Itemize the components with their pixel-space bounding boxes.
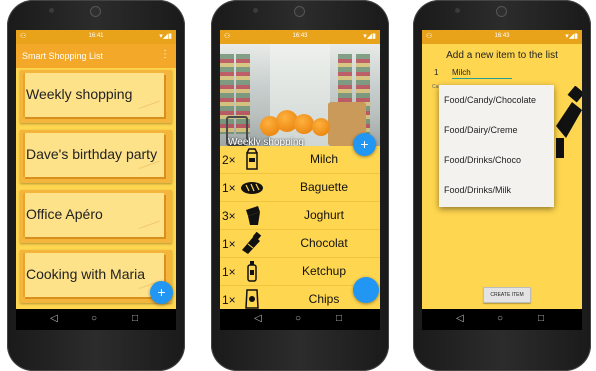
status-time: 16:43 — [292, 33, 308, 39]
list-title: Weekly shopping — [228, 137, 304, 146]
item-name: Chocolat — [300, 236, 348, 250]
list-card-label: Weekly shopping — [26, 86, 133, 102]
list-card-label: Cooking with Maria — [26, 266, 146, 282]
list-item[interactable]: 2× Milch — [220, 146, 380, 174]
item-name: Joghurt — [303, 208, 345, 222]
nav-bar: ◁ ○ □ — [220, 309, 380, 330]
sensor — [455, 8, 460, 13]
list-card-label: Office Apéro — [26, 206, 103, 222]
status-time: 16:41 — [88, 33, 104, 39]
dialog-title: Add a new item to the list — [446, 50, 558, 61]
back-icon[interactable]: ◁ — [254, 313, 262, 324]
screen-add-item: ⚇ 16:43 ▾◢▮ Add a new item to the list 1… — [422, 30, 582, 330]
recents-icon[interactable]: □ — [538, 313, 544, 324]
item-name: Ketchup — [301, 264, 347, 278]
phone-frame-2: Weekly shopping ⚇ 16:43 ▾◢▮ + 2× Milch 1… — [211, 0, 389, 371]
list-item[interactable]: 1× Baguette — [220, 174, 380, 202]
chocolate-icon — [556, 86, 582, 158]
scan-button[interactable] — [353, 277, 379, 303]
suggestion-option[interactable]: Food/Dairy/Creme — [439, 115, 554, 145]
sensor — [253, 8, 258, 13]
header-photo: Weekly shopping — [220, 44, 380, 146]
suggestion-option[interactable]: Food/Drinks/Choco — [439, 145, 554, 175]
list-item[interactable]: 1× Chocolat — [220, 230, 380, 258]
suggestion-option[interactable]: Food/Candy/Chocolate — [439, 85, 554, 115]
item-quantity: 2× — [222, 153, 236, 167]
overflow-menu-icon[interactable]: ⋮ — [160, 49, 170, 60]
home-icon[interactable]: ○ — [497, 313, 503, 324]
status-bar: ⚇ 16:43 ▾◢▮ — [220, 30, 380, 44]
orange — [312, 118, 330, 136]
recents-icon[interactable]: □ — [336, 313, 342, 324]
item-name: Baguette — [299, 180, 349, 194]
item-quantity: 1× — [222, 293, 236, 307]
signal-battery-icon: ▾◢▮ — [363, 33, 376, 40]
phone-frame-3: ⚇ 16:43 ▾◢▮ Add a new item to the list 1… — [413, 0, 591, 371]
home-icon[interactable]: ○ — [295, 313, 301, 324]
signal-battery-icon: ▾◢▮ — [159, 33, 172, 40]
status-bar: ⚇ 16:43 ▾◢▮ — [422, 30, 582, 44]
bread-icon — [241, 182, 263, 194]
nav-bar: ◁ ○ □ — [422, 309, 582, 330]
list-card-weekly-shopping[interactable]: Weekly shopping — [20, 70, 172, 123]
item-quantity: 3× — [222, 209, 236, 223]
list-card-cooking-maria[interactable]: Cooking with Maria — [20, 250, 172, 303]
yogurt-icon — [246, 206, 260, 225]
quantity-field[interactable]: 1 — [434, 68, 438, 77]
item-name: Milch — [309, 152, 338, 166]
home-icon[interactable]: ○ — [91, 313, 97, 324]
item-quantity: 1× — [222, 181, 236, 195]
suggestion-option[interactable]: Food/Drinks/Milk — [439, 175, 554, 205]
screen-lists-overview: ⚇ 16:41 ▾◢▮ Smart Shopping List ⋮ Weekly… — [16, 30, 176, 330]
screen-list-detail: Weekly shopping ⚇ 16:43 ▾◢▮ + 2× Milch 1… — [220, 30, 380, 330]
milk-carton-icon — [246, 148, 258, 170]
nav-bar: ◁ ○ □ — [16, 309, 176, 330]
phone-frame-1: ⚇ 16:41 ▾◢▮ Smart Shopping List ⋮ Weekly… — [7, 0, 185, 371]
list-card-label: Dave's birthday party — [26, 146, 158, 162]
item-quantity: 1× — [222, 265, 236, 279]
camera — [496, 6, 507, 17]
shopping-lists: Weekly shopping Dave's birthday party Of… — [20, 70, 172, 310]
status-bar: ⚇ 16:41 ▾◢▮ — [16, 30, 176, 44]
item-name-input[interactable]: Milch — [452, 68, 512, 79]
app-bar: Smart Shopping List ⋮ — [16, 44, 176, 68]
ketchup-bottle-icon — [247, 261, 257, 282]
back-icon[interactable]: ◁ — [50, 313, 58, 324]
create-item-button[interactable]: CREATE ITEM — [483, 287, 531, 303]
orange — [294, 114, 314, 134]
category-suggestions: Food/Candy/Chocolate Food/Dairy/Creme Fo… — [439, 85, 554, 207]
list-card-daves-birthday[interactable]: Dave's birthday party — [20, 130, 172, 183]
list-card-office-apero[interactable]: Office Apéro — [20, 190, 172, 243]
chocolate-icon — [242, 232, 262, 254]
sensor — [49, 8, 54, 13]
camera — [90, 6, 101, 17]
app-title: Smart Shopping List — [22, 51, 104, 61]
add-list-button[interactable]: + — [150, 281, 173, 304]
status-time: 16:43 — [494, 33, 510, 39]
list-item[interactable]: 3× Joghurt — [220, 202, 380, 230]
camera — [294, 6, 305, 17]
chips-bag-icon — [245, 289, 259, 309]
recents-icon[interactable]: □ — [132, 313, 138, 324]
item-quantity: 1× — [222, 237, 236, 251]
back-icon[interactable]: ◁ — [456, 313, 464, 324]
signal-battery-icon: ▾◢▮ — [565, 33, 578, 40]
